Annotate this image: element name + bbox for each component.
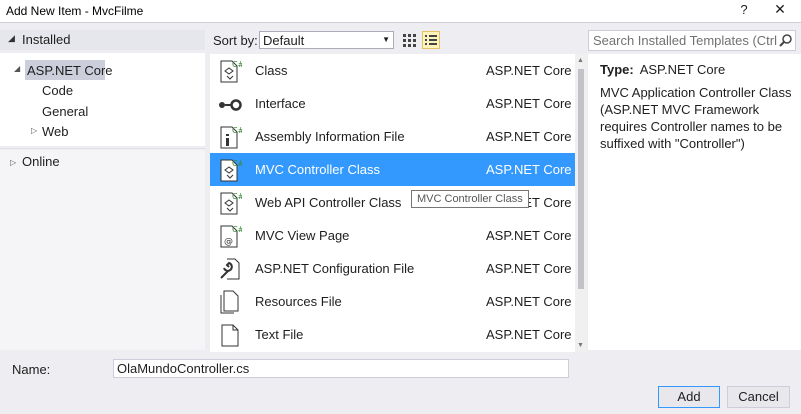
svg-text:C#: C# [232,159,242,168]
template-name: Web API Controller Class [255,195,402,210]
grid-view-icon[interactable] [401,32,417,48]
details-pane: Type: ASP.NET Core MVC Application Contro… [588,54,801,350]
template-lang: ASP.NET Core [486,129,572,144]
online-node[interactable]: Online [22,154,60,169]
csharp-class-icon: C# [220,159,242,182]
title-bar: Add New Item - MvcFilme ? ✕ [0,0,801,22]
help-button[interactable]: ? [736,2,752,17]
svg-text:@: @ [224,237,233,247]
window-title: Add New Item - MvcFilme [6,4,144,18]
type-value: ASP.NET Core [639,62,726,77]
svg-text:C#: C# [232,126,242,135]
scroll-up-icon[interactable]: ▲ [577,57,584,64]
installed-label: Installed [22,32,71,47]
svg-text:C#: C# [232,225,242,234]
name-field[interactable]: OlaMundoController.cs [113,359,569,378]
tooltip: MVC Controller Class [411,190,529,208]
tree-item-code[interactable]: Code [42,83,73,98]
template-tree: ◢ ASP.NET Core Code General ▷ Web [0,53,205,146]
scroll-thumb[interactable] [578,69,584,289]
view-page-icon: C# @ [220,225,242,248]
collapsed-arrow-icon[interactable]: ▷ [31,126,37,135]
template-lang: ASP.NET Core [486,261,572,276]
sort-dropdown[interactable]: Default ▼ [259,31,394,49]
expand-arrow-icon: ◢ [8,33,15,43]
list-view-button[interactable] [422,31,440,49]
sort-value: Default [263,33,305,48]
list-item[interactable]: Interface ASP.NET Core [210,87,575,120]
svg-text:C#: C# [232,192,242,201]
list-item[interactable]: Resources File ASP.NET Core [210,285,575,318]
template-lang: ASP.NET Core [486,228,572,243]
csharp-class-icon: C# [220,192,242,215]
tree-item-web[interactable]: Web [42,124,69,139]
list-item-selected[interactable]: C# MVC Controller Class ASP.NET Core [210,153,575,186]
name-value: OlaMundoController.cs [117,361,250,376]
online-divider [0,148,205,149]
scroll-down-icon[interactable]: ▼ [577,342,584,349]
assembly-info-icon: C# [220,126,242,149]
type-line: Type: ASP.NET Core [600,62,725,77]
template-lang: ASP.NET Core [486,162,572,177]
tree-item-aspnet-core[interactable]: ASP.NET Core [27,63,113,78]
template-description: MVC Application Controller Class (ASP.NE… [600,85,792,151]
svg-text:C#: C# [232,60,242,69]
type-label: Type: [600,62,634,77]
template-lang: ASP.NET Core [486,96,572,111]
dropdown-arrow-icon: ▼ [382,35,390,44]
template-name: ASP.NET Configuration File [255,261,415,276]
template-name: Assembly Information File [255,129,405,144]
add-button[interactable]: Add [658,386,720,408]
left-pane-background [0,150,205,350]
template-name: Class [255,63,288,78]
list-item[interactable]: C# @ MVC View Page ASP.NET Core [210,219,575,252]
expanded-arrow-icon[interactable]: ◢ [14,64,20,73]
installed-header[interactable]: ◢ Installed [0,30,205,50]
list-item[interactable]: C# Assembly Information File ASP.NET Cor… [210,120,575,153]
search-button[interactable] [777,31,795,50]
cancel-button[interactable]: Cancel [727,386,790,408]
footer: Name: OlaMundoController.cs Add Cancel [0,352,801,414]
resources-file-icon [220,290,239,314]
text-file-icon [221,324,239,347]
list-item[interactable]: ASP.NET Configuration File ASP.NET Core [210,252,575,285]
online-arrow-icon[interactable]: ▷ [10,158,16,167]
config-file-icon [220,258,240,280]
list-item[interactable]: Text File ASP.NET Core [210,318,575,351]
search-placeholder: Search Installed Templates (Ctrl+E) [593,33,796,48]
template-name: Resources File [255,294,342,309]
list-item[interactable]: C# Class ASP.NET Core [210,54,575,87]
tree-item-general[interactable]: General [42,104,88,119]
sort-label: Sort by: [213,33,258,48]
search-icon [777,31,795,50]
template-name: MVC View Page [255,228,350,243]
template-name: Text File [255,327,304,342]
template-lang: ASP.NET Core [486,63,572,78]
list-scrollbar[interactable]: ▲ ▼ [575,54,587,352]
template-name: Interface [255,96,306,111]
title-divider [0,22,801,23]
template-lang: ASP.NET Core [486,327,572,342]
close-button[interactable]: ✕ [770,1,790,18]
name-label: Name: [12,362,51,377]
interface-icon [219,99,242,111]
csharp-class-icon: C# [220,60,242,83]
list-view-icon [425,35,437,45]
template-lang: ASP.NET Core [486,294,572,309]
search-box[interactable]: Search Installed Templates (Ctrl+E) [588,30,796,51]
template-name: MVC Controller Class [255,162,380,177]
